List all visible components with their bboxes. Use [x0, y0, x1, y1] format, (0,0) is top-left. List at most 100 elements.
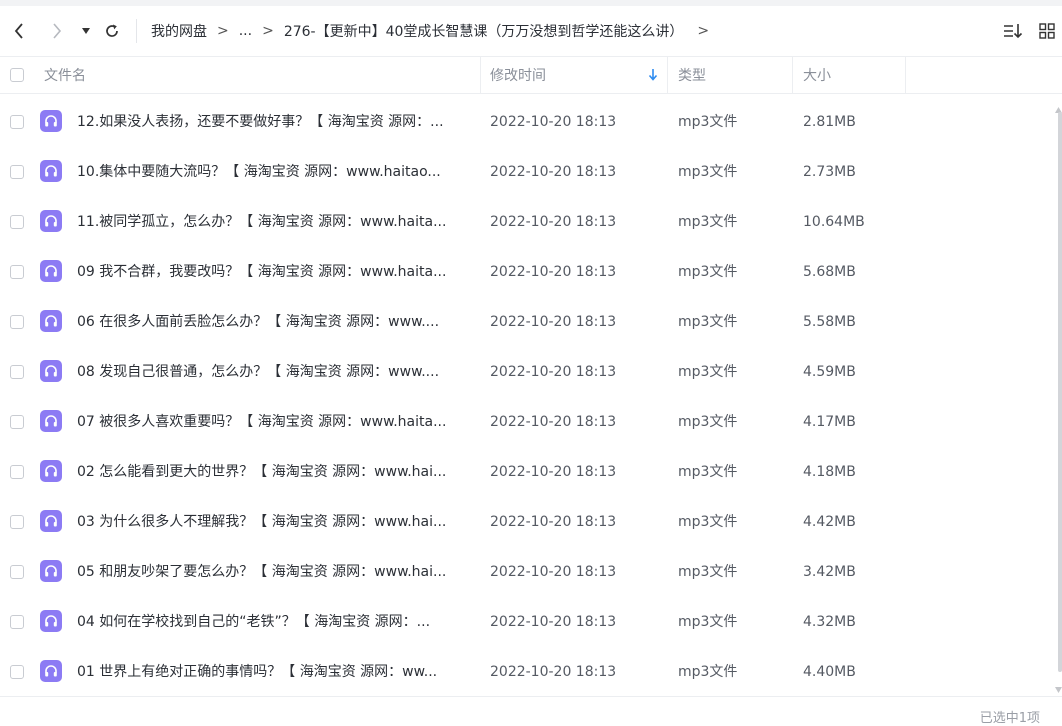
file-name[interactable]: 02 怎么能看到更大的世界？【 海淘宝资 源网：www.hai... [77, 447, 472, 497]
file-type: mp3文件 [678, 464, 738, 480]
column-divider[interactable] [905, 57, 906, 93]
file-size: 5.68MB [803, 264, 856, 280]
audio-file-icon [40, 510, 62, 532]
row-checkbox[interactable] [10, 215, 24, 229]
file-modified-time: 2022-10-20 18:13 [490, 564, 617, 580]
top-divider [0, 0, 1062, 6]
file-name[interactable]: 03 为什么很多人不理解我？【 海淘宝资 源网：www.hai... [77, 497, 472, 547]
headphones-icon [45, 115, 57, 127]
file-type: mp3文件 [678, 514, 738, 530]
file-row[interactable]: 01 世界上有绝对正确的事情吗？【 海淘宝资 源网：ww... 2022-10-2… [0, 647, 1056, 697]
headphones-icon [45, 515, 57, 527]
select-all-checkbox[interactable] [10, 68, 24, 82]
breadcrumb-current[interactable]: 276-【更新中】40堂成长智慧课（万万没想到哲学还能这么讲） [284, 21, 684, 41]
file-row[interactable]: 04 如何在学校找到自己的“老铁”？【 海淘宝资 源网：... 2022-10-2… [0, 597, 1056, 647]
sort-indicator[interactable] [648, 57, 658, 93]
file-name[interactable]: 07 被很多人喜欢重要吗？【 海淘宝资 源网：www.haita... [77, 397, 472, 447]
column-divider[interactable] [480, 57, 481, 93]
file-row[interactable]: 02 怎么能看到更大的世界？【 海淘宝资 源网：www.hai... 2022-1… [0, 447, 1056, 497]
audio-file-icon [40, 560, 62, 582]
audio-file-icon [40, 210, 62, 232]
file-type: mp3文件 [678, 164, 738, 180]
file-row[interactable]: 09 我不合群，我要改吗？【 海淘宝资 源网：www.haita... 2022-… [0, 247, 1056, 297]
breadcrumb-root[interactable]: 我的网盘 [151, 21, 207, 41]
breadcrumb-separator: > [262, 23, 274, 39]
column-size-header[interactable]: 大小 [803, 57, 831, 93]
column-name-header[interactable]: 文件名 [44, 57, 86, 93]
row-checkbox[interactable] [10, 265, 24, 279]
headphones-icon [45, 565, 57, 577]
audio-file-icon [40, 260, 62, 282]
headphones-icon [45, 165, 57, 177]
file-size: 5.58MB [803, 314, 856, 330]
audio-file-icon [40, 110, 62, 132]
file-name[interactable]: 01 世界上有绝对正确的事情吗？【 海淘宝资 源网：ww... [77, 647, 472, 697]
back-button[interactable] [6, 8, 32, 54]
row-checkbox[interactable] [10, 165, 24, 179]
breadcrumb-more-button[interactable]: > [697, 23, 709, 39]
file-modified-time: 2022-10-20 18:13 [490, 164, 617, 180]
scrollbar-thumb[interactable] [1058, 112, 1062, 672]
file-modified-time: 2022-10-20 18:13 [490, 114, 617, 130]
row-checkbox[interactable] [10, 615, 24, 629]
file-row[interactable]: 03 为什么很多人不理解我？【 海淘宝资 源网：www.hai... 2022-1… [0, 497, 1056, 547]
file-name[interactable]: 12.如果没人表扬，还要不要做好事？【 海淘宝资 源网：... [77, 97, 472, 147]
row-checkbox[interactable] [10, 465, 24, 479]
row-checkbox[interactable] [10, 515, 24, 529]
scroll-up-button[interactable] [1055, 98, 1062, 113]
headphones-icon [45, 665, 57, 677]
row-checkbox[interactable] [10, 365, 24, 379]
file-size: 4.42MB [803, 514, 856, 530]
forward-button[interactable] [44, 8, 70, 54]
file-type: mp3文件 [678, 664, 738, 680]
headphones-icon [45, 215, 57, 227]
refresh-button[interactable] [98, 8, 126, 54]
row-checkbox[interactable] [10, 665, 24, 679]
file-name[interactable]: 09 我不合群，我要改吗？【 海淘宝资 源网：www.haita... [77, 247, 472, 297]
file-size: 4.40MB [803, 664, 856, 680]
headphones-icon [45, 265, 57, 277]
file-type: mp3文件 [678, 114, 738, 130]
headphones-icon [45, 315, 57, 327]
file-type: mp3文件 [678, 614, 738, 630]
file-name[interactable]: 06 在很多人面前丢脸怎么办？【 海淘宝资 源网：www.... [77, 297, 472, 347]
row-checkbox[interactable] [10, 315, 24, 329]
headphones-icon [45, 365, 57, 377]
row-checkbox[interactable] [10, 415, 24, 429]
file-type: mp3文件 [678, 314, 738, 330]
navigation-bar: 我的网盘 > ... > 276-【更新中】40堂成长智慧课（万万没想到哲学还能… [0, 8, 1062, 54]
file-name[interactable]: 04 如何在学校找到自己的“老铁”？【 海淘宝资 源网：... [77, 597, 472, 647]
file-size: 4.32MB [803, 614, 856, 630]
file-row[interactable]: 07 被很多人喜欢重要吗？【 海淘宝资 源网：www.haita... 2022-… [0, 397, 1056, 447]
history-dropdown-button[interactable] [78, 8, 94, 54]
file-name[interactable]: 10.集体中要随大流吗？【 海淘宝资 源网：www.haitao... [77, 147, 472, 197]
file-row[interactable]: 10.集体中要随大流吗？【 海淘宝资 源网：www.haitao... 2022-… [0, 147, 1056, 197]
file-size: 4.17MB [803, 414, 856, 430]
row-checkbox[interactable] [10, 565, 24, 579]
row-checkbox[interactable] [10, 115, 24, 129]
file-row[interactable]: 11.被同学孤立，怎么办？【 海淘宝资 源网：www.haita... 2022-… [0, 197, 1056, 247]
sort-button[interactable] [1000, 8, 1026, 54]
column-divider[interactable] [667, 57, 668, 93]
file-row[interactable]: 08 发现自己很普通，怎么办？【 海淘宝资 源网：www.... 2022-10-… [0, 347, 1056, 397]
file-name[interactable]: 05 和朋友吵架了要怎么办？【 海淘宝资 源网：www.hai... [77, 547, 472, 597]
column-divider[interactable] [792, 57, 793, 93]
file-modified-time: 2022-10-20 18:13 [490, 514, 617, 530]
file-name[interactable]: 11.被同学孤立，怎么办？【 海淘宝资 源网：www.haita... [77, 197, 472, 247]
select-all-cell [10, 57, 24, 93]
column-type-header[interactable]: 类型 [678, 57, 706, 93]
file-row[interactable]: 05 和朋友吵架了要怎么办？【 海淘宝资 源网：www.hai... 2022-1… [0, 547, 1056, 597]
file-row[interactable]: 12.如果没人表扬，还要不要做好事？【 海淘宝资 源网：... 2022-10-2… [0, 97, 1056, 147]
column-modified-header[interactable]: 修改时间 [490, 57, 546, 93]
audio-file-icon [40, 460, 62, 482]
view-mode-button[interactable] [1034, 8, 1060, 54]
file-name[interactable]: 08 发现自己很普通，怎么办？【 海淘宝资 源网：www.... [77, 347, 472, 397]
audio-file-icon [40, 310, 62, 332]
file-modified-time: 2022-10-20 18:13 [490, 464, 617, 480]
selection-status: 已选中1项 [979, 711, 1040, 726]
sort-list-icon [1004, 24, 1023, 39]
scroll-down-button[interactable] [1055, 678, 1062, 693]
breadcrumb-ellipsis[interactable]: ... [239, 23, 252, 39]
headphones-icon [45, 465, 57, 477]
file-row[interactable]: 06 在很多人面前丢脸怎么办？【 海淘宝资 源网：www.... 2022-10-… [0, 297, 1056, 347]
